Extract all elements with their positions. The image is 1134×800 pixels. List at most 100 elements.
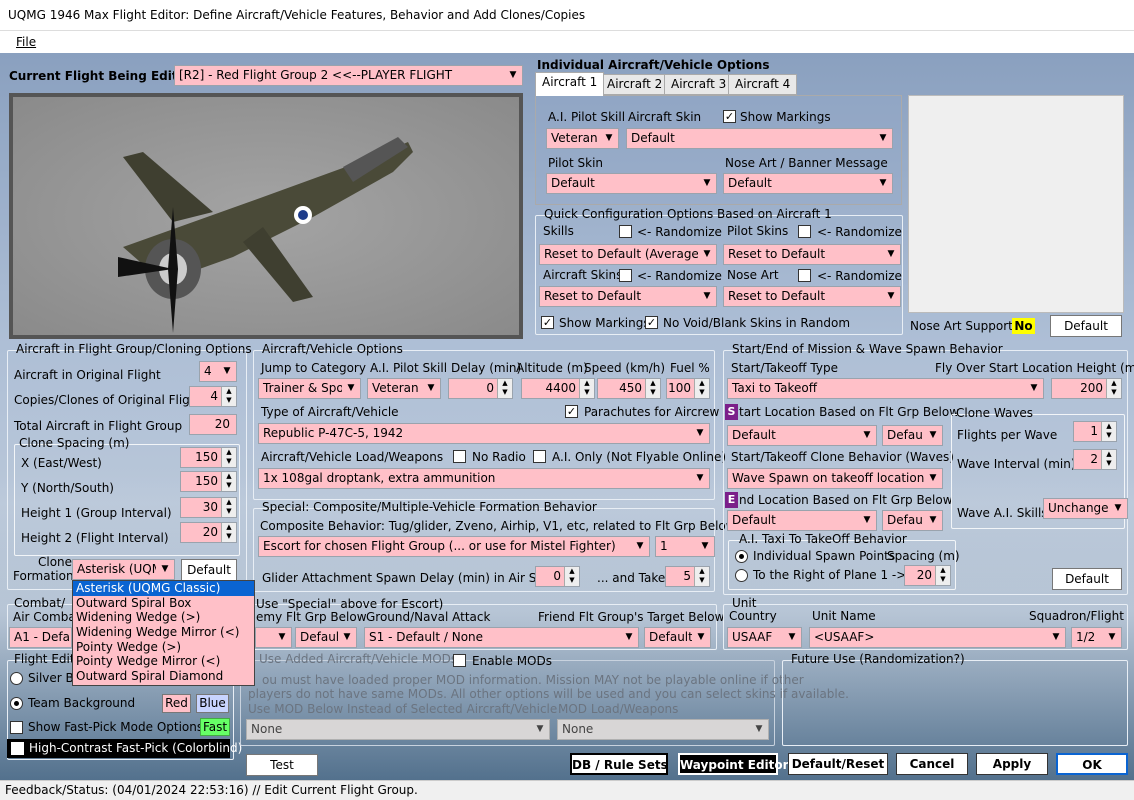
height2-spinner[interactable]: 20 ▲ ▼ [180, 522, 237, 543]
end-location-default-select[interactable]: Defau ▼ [882, 510, 943, 531]
spinner-arrows-icon[interactable]: ▲ ▼ [497, 379, 512, 398]
db-rule-sets-button[interactable]: DB / Rule Sets [570, 753, 668, 775]
individual-spawn-radio[interactable] [735, 550, 748, 563]
altitude-spinner[interactable]: 4400 ▲ ▼ [521, 378, 595, 399]
start-location-select[interactable]: Default ▼ [727, 425, 877, 446]
skills-randomize-checkbox[interactable] [619, 225, 632, 238]
spinner-arrows-icon[interactable]: ▲ ▼ [221, 448, 236, 467]
clone-behavior-select[interactable]: Wave Spawn on takeoff location ▼ [727, 468, 943, 489]
fuel-spinner[interactable]: 100 ▲ ▼ [666, 378, 710, 399]
x-spacing-spinner[interactable]: 150 ▲ ▼ [180, 447, 237, 468]
flights-per-wave-spinner[interactable]: 1 ▲ ▼ [1073, 421, 1117, 442]
spinner-arrows-icon[interactable]: ▲ ▼ [1101, 450, 1116, 469]
spinner-arrows-icon[interactable]: ▲ ▼ [1106, 379, 1121, 398]
blue-team-button[interactable]: Blue [196, 694, 229, 713]
formation-option[interactable]: Outward Spiral Diamond [73, 669, 254, 684]
load-weapons-select[interactable]: 1x 108gal droptank, extra ammunition ▼ [258, 468, 710, 489]
spinner-arrows-icon[interactable]: ▲ ▼ [564, 567, 579, 586]
current-flight-select[interactable]: [R2] - Red Flight Group 2 <<--PLAYER FLI… [174, 65, 523, 86]
country-select[interactable]: USAAF ▼ [727, 627, 802, 648]
right-of-plane-spinner[interactable]: 20 ▲ ▼ [904, 565, 951, 586]
speed-spinner[interactable]: 450 ▲ ▼ [597, 378, 661, 399]
spinner-arrows-icon[interactable]: ▲ ▼ [1101, 422, 1116, 441]
composite-number-select[interactable]: 1 ▼ [655, 536, 715, 557]
test-button[interactable]: Test [246, 754, 318, 776]
vehicle-skill-select[interactable]: Veteran ▼ [367, 378, 441, 399]
spinner-arrows-icon[interactable]: ▲ ▼ [221, 472, 236, 491]
spinner-arrows-icon[interactable]: ▲ ▼ [221, 523, 236, 542]
formation-option[interactable]: Asterisk (UQMG Classic) [73, 581, 254, 596]
quick-nose-art-select[interactable]: Reset to Default ▼ [723, 286, 901, 307]
enemy-flight-select[interactable]: ▼ [255, 627, 292, 648]
delay-spinner[interactable]: 0 ▲ ▼ [448, 378, 513, 399]
unit-name-select[interactable]: <USAAF> ▼ [809, 627, 1066, 648]
apply-button[interactable]: Apply [976, 753, 1048, 775]
aircraft-type-select[interactable]: Republic P-47C-5, 1942 ▼ [258, 423, 710, 444]
takeoff-delay-spinner[interactable]: 5 ▲ ▼ [665, 566, 710, 587]
clone-formation-select[interactable]: Asterisk (UQM ▼ [72, 559, 175, 580]
no-void-checkbox[interactable]: ✓ [645, 316, 658, 329]
enemy-default-select[interactable]: Default ▼ [295, 627, 357, 648]
fast-pick-checkbox[interactable] [10, 721, 23, 734]
copies-spinner[interactable]: 4 ▲ ▼ [189, 386, 237, 407]
spinner-arrows-icon[interactable]: ▲ ▼ [221, 498, 236, 517]
clone-default-button[interactable]: Default [181, 559, 237, 581]
tab-aircraft-3[interactable]: Aircraft 3 [664, 74, 734, 95]
waypoint-editor-button[interactable]: Waypoint Editor [678, 753, 789, 775]
mission-default-button[interactable]: Default [1052, 568, 1122, 590]
squadron-select[interactable]: 1/2 ▼ [1071, 627, 1122, 648]
ground-attack-select[interactable]: S1 - Default / None ▼ [364, 627, 639, 648]
quick-aircraft-skins-select[interactable]: Reset to Default ▼ [539, 286, 717, 307]
red-team-button[interactable]: Red [162, 694, 191, 713]
spinner-arrows-icon[interactable]: ▲ ▼ [935, 566, 950, 585]
quick-show-markings-checkbox[interactable]: ✓ [541, 316, 554, 329]
show-markings-checkbox[interactable]: ✓ [723, 110, 736, 123]
wave-interval-spinner[interactable]: 2 ▲ ▼ [1073, 449, 1117, 470]
glider-delay-spinner[interactable]: 0 ▲ ▼ [535, 566, 580, 587]
spinner-arrows-icon[interactable]: ▲ ▼ [579, 379, 594, 398]
enable-mods-checkbox[interactable] [453, 654, 466, 667]
no-radio-checkbox[interactable] [453, 450, 466, 463]
pilot-skins-randomize-checkbox[interactable] [798, 225, 811, 238]
y-spacing-spinner[interactable]: 150 ▲ ▼ [180, 471, 237, 492]
pilot-skin-select[interactable]: Default ▼ [546, 173, 717, 194]
ok-button[interactable]: OK [1056, 753, 1128, 775]
cancel-button[interactable]: Cancel [896, 753, 968, 775]
silver-background-radio[interactable] [10, 672, 23, 685]
start-type-select[interactable]: Taxi to Takeoff ▼ [727, 378, 1044, 399]
friend-target-select[interactable]: Default ▼ [644, 627, 711, 648]
nose-art-randomize-checkbox[interactable] [798, 269, 811, 282]
formation-option[interactable]: Widening Wedge Mirror (<) [73, 625, 254, 640]
quick-skills-select[interactable]: Reset to Default (Average) ▼ [539, 244, 717, 265]
mod-select[interactable]: None ▼ [246, 719, 550, 740]
tab-aircraft-2[interactable]: Aircraft 2 [600, 74, 670, 95]
high-contrast-row[interactable]: High-Contrast Fast-Pick (Colorblind) [7, 739, 242, 758]
high-contrast-checkbox[interactable] [11, 742, 24, 755]
flyover-spinner[interactable]: 200 ▲ ▼ [1051, 378, 1122, 399]
quick-pilot-skins-select[interactable]: Reset to Default ▼ [723, 244, 901, 265]
mod-load-select[interactable]: None ▼ [557, 719, 769, 740]
formation-option[interactable]: Widening Wedge (>) [73, 610, 254, 625]
right-of-plane-radio[interactable] [735, 569, 748, 582]
orig-flight-select[interactable]: 4 ▼ [199, 361, 237, 382]
spinner-arrows-icon[interactable]: ▲ ▼ [645, 379, 660, 398]
aircraft-skins-randomize-checkbox[interactable] [619, 269, 632, 282]
air-combat-select[interactable]: A1 - Defau [9, 627, 72, 648]
fast-badge[interactable]: Fast [200, 718, 230, 736]
formation-option[interactable]: Pointy Wedge (>) [73, 640, 254, 655]
spinner-arrows-icon[interactable]: ▲ ▼ [694, 567, 709, 586]
wave-ai-skills-select[interactable]: Unchange ▼ [1043, 498, 1128, 519]
tab-aircraft-4[interactable]: Aircraft 4 [728, 74, 798, 95]
height1-spinner[interactable]: 30 ▲ ▼ [180, 497, 237, 518]
team-background-radio[interactable] [10, 697, 23, 710]
ai-pilot-skill-select[interactable]: Veteran ▼ [546, 128, 619, 149]
menu-file[interactable]: File [16, 35, 36, 49]
jump-category-select[interactable]: Trainer & Spor ▼ [258, 378, 361, 399]
formation-option[interactable]: Pointy Wedge Mirror (<) [73, 654, 254, 669]
nose-art-default-button[interactable]: Default [1050, 315, 1122, 337]
parachutes-checkbox[interactable]: ✓ [565, 405, 578, 418]
end-location-select[interactable]: Default ▼ [727, 510, 877, 531]
nose-art-select[interactable]: Default ▼ [723, 173, 893, 194]
start-location-default-select[interactable]: Defau ▼ [882, 425, 943, 446]
formation-dropdown-list[interactable]: Asterisk (UQMG Classic) Outward Spiral B… [72, 580, 255, 686]
